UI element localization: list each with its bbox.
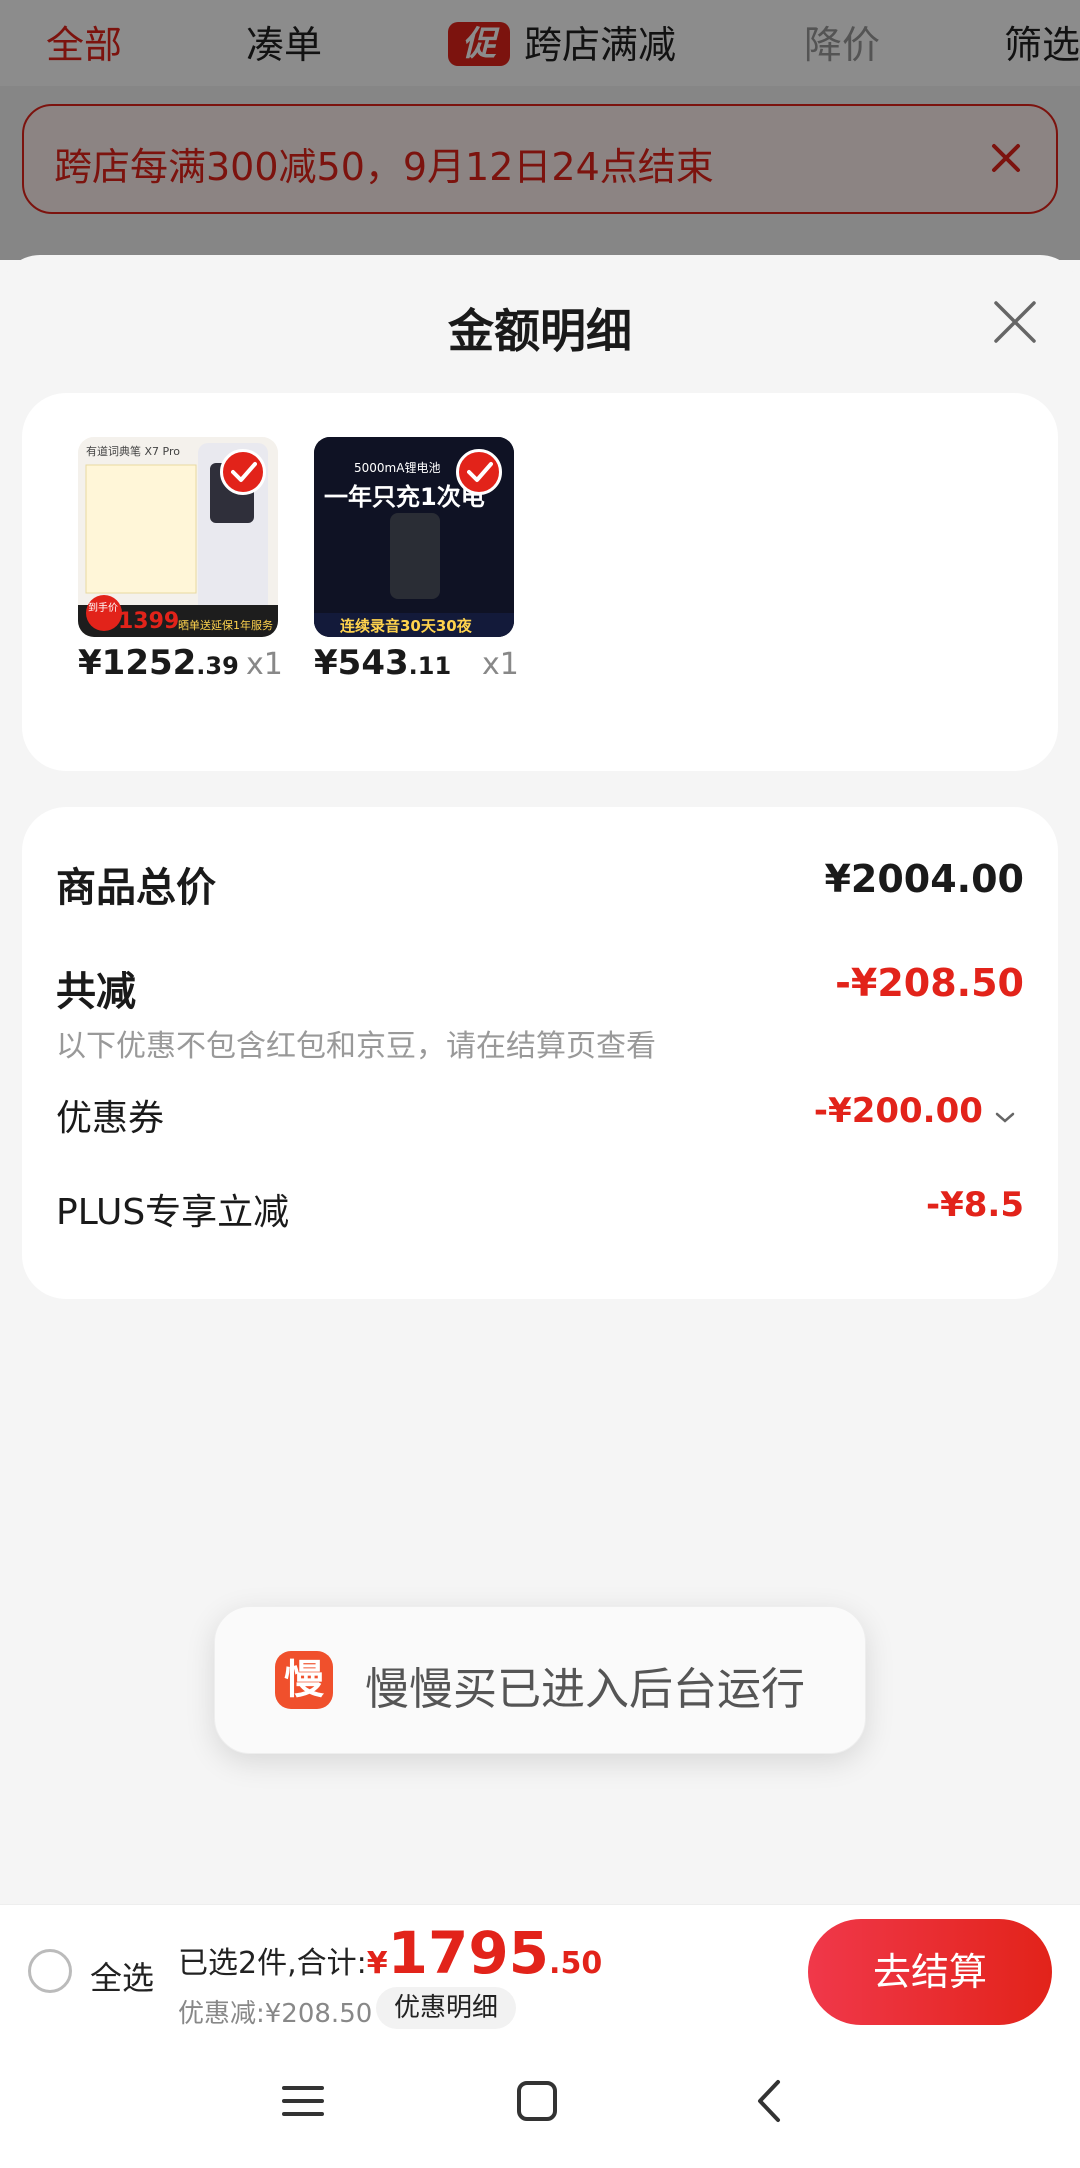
total-label: 已选2件,合计:	[178, 1946, 367, 1981]
price-dec: .39	[196, 652, 239, 680]
reduce-label: 共减	[56, 969, 136, 1015]
app-logo-icon: 慢	[275, 1651, 333, 1709]
price-dec: .11	[408, 652, 452, 680]
plus-value: -¥8.5	[926, 1185, 1024, 1225]
coupon-row-value[interactable]: -¥200.00	[814, 1091, 1016, 1131]
discount-summary: 优惠减:¥208.50	[178, 1999, 373, 2029]
product-card: 有道词典笔 X7 Pro 到手价 1399 晒单送延保1年服务 ¥1252.39…	[22, 393, 1058, 771]
discount-detail-button[interactable]: 优惠明细	[376, 1987, 517, 2029]
product-price: ¥1252.39	[78, 643, 239, 683]
currency-symbol: ¥	[366, 1946, 388, 1981]
dim-overlay[interactable]	[0, 0, 1080, 260]
selected-check-icon	[220, 449, 266, 495]
close-icon[interactable]	[992, 299, 1038, 345]
sheet-title: 金额明细	[448, 304, 632, 358]
total-line: 已选2件,合计:¥1795.50	[178, 1919, 602, 1987]
select-all-radio[interactable]	[28, 1949, 72, 1993]
plus-label: PLUS专享立减	[56, 1192, 290, 1233]
checkout-bar: 全选 已选2件,合计:¥1795.50 优惠减:¥208.50 优惠明细 去结算	[0, 1904, 1080, 2038]
price-int: ¥1252	[78, 643, 197, 683]
product-price: ¥543.11	[314, 643, 451, 683]
total-price-label: 商品总价	[56, 865, 216, 911]
coupon-value: -¥200.00	[813, 1091, 983, 1131]
total-amount-dec: .50	[549, 1946, 603, 1981]
selected-check-icon	[456, 449, 502, 495]
product-qty: x1	[482, 647, 519, 682]
checkout-button[interactable]: 去结算	[808, 1919, 1052, 2025]
menu-icon[interactable]	[278, 2076, 328, 2126]
price-summary-card: 商品总价 ¥2004.00 共减 -¥208.50 以下优惠不包含红包和京豆，请…	[22, 807, 1058, 1299]
product-img-price: 1399	[118, 609, 180, 634]
reduce-value: -¥208.50	[835, 961, 1024, 1005]
product-banner: 晒单送延保1年服务	[178, 619, 273, 632]
total-price-value: ¥2004.00	[824, 857, 1024, 901]
home-icon[interactable]	[512, 2076, 562, 2126]
product-qty: x1	[246, 647, 283, 682]
system-nav-bar	[0, 2038, 1080, 2168]
product-tag: 到手价	[88, 603, 118, 614]
toast-text: 慢慢买已进入后台运行	[365, 1664, 805, 1715]
back-icon[interactable]	[746, 2076, 796, 2126]
total-amount-int: 1795	[387, 1919, 550, 1987]
select-all-label[interactable]: 全选	[90, 1953, 154, 1999]
background-run-toast: 慢 慢慢买已进入后台运行	[214, 1606, 866, 1754]
coupon-label: 优惠券	[56, 1098, 165, 1139]
price-int: ¥543	[314, 643, 409, 683]
product-banner: 连续录音30天30夜	[340, 617, 472, 635]
product-brand: 有道词典笔 X7 Pro	[86, 445, 180, 458]
chevron-down-icon	[995, 1112, 1015, 1123]
product-top-text: 5000mA锂电池	[354, 461, 441, 475]
discount-note: 以下优惠不包含红包和京豆，请在结算页查看	[56, 1029, 656, 1064]
